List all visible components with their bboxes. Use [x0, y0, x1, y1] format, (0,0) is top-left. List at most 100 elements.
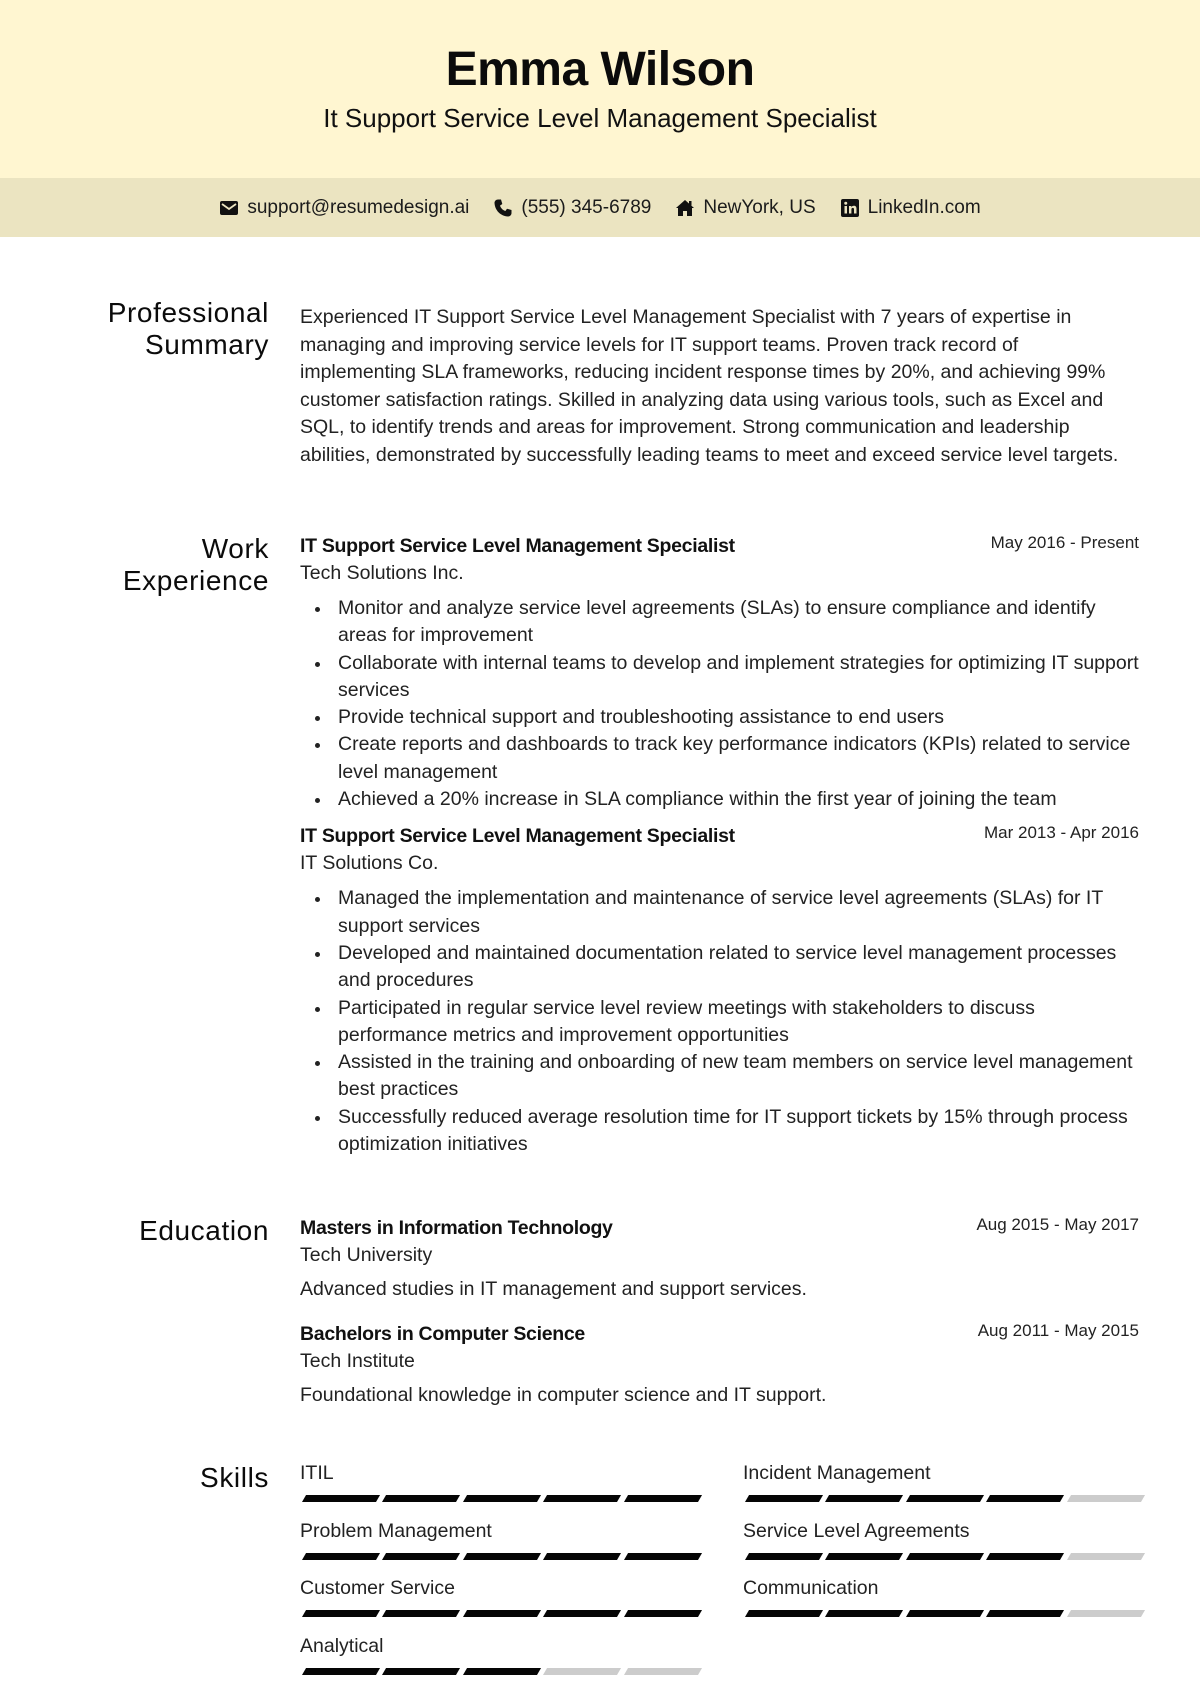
skill-name: Service Level Agreements	[743, 1518, 1141, 1545]
skill-segment-filled	[825, 1610, 903, 1617]
skill-item: Incident Management	[743, 1460, 1141, 1518]
job-dates: May 2016 - Present	[991, 532, 1139, 554]
skill-segment-filled	[463, 1668, 541, 1675]
job-company: Tech Solutions Inc.	[300, 560, 1139, 587]
education-entry: Bachelors in Computer Science Aug 2011 -…	[300, 1321, 1139, 1409]
job-bullet: Successfully reduced average resolution …	[338, 1104, 1139, 1159]
skill-segment-filled	[624, 1553, 702, 1560]
skill-segment-filled	[745, 1495, 823, 1502]
candidate-title: It Support Service Level Management Spec…	[0, 102, 1200, 134]
contact-email-text: support@resumedesign.ai	[247, 197, 469, 219]
skill-segment-filled	[543, 1553, 621, 1560]
skill-segment-empty	[1067, 1495, 1145, 1502]
skill-segment-filled	[745, 1553, 823, 1560]
skill-segment-filled	[745, 1610, 823, 1617]
home-icon	[675, 198, 695, 218]
skill-segment-filled	[382, 1668, 460, 1675]
linkedin-icon	[840, 198, 860, 218]
skill-item: Service Level Agreements	[743, 1518, 1141, 1576]
skill-level-bar	[300, 1610, 698, 1617]
skill-segment-filled	[302, 1495, 380, 1502]
skill-segment-empty	[1067, 1553, 1145, 1560]
skill-segment-filled	[382, 1610, 460, 1617]
contact-phone[interactable]: (555) 345-6789	[493, 197, 651, 219]
job-entry: IT Support Service Level Management Spec…	[300, 533, 1139, 813]
skill-segment-filled	[986, 1610, 1064, 1617]
job-bullet: Collaborate with internal teams to devel…	[338, 650, 1139, 705]
skill-name: Customer Service	[300, 1575, 698, 1602]
skill-segment-empty	[624, 1668, 702, 1675]
skill-segment-empty	[543, 1668, 621, 1675]
skill-segment-filled	[624, 1495, 702, 1502]
job-bullets: Managed the implementation and maintenan…	[300, 885, 1139, 1158]
job-bullet: Monitor and analyze service level agreem…	[338, 595, 1139, 650]
skill-name: Communication	[743, 1575, 1141, 1602]
degree-title: Masters in Information Technology	[300, 1215, 613, 1242]
job-dates: Mar 2013 - Apr 2016	[984, 822, 1139, 844]
education-description: Foundational knowledge in computer scien…	[300, 1382, 1139, 1409]
skill-name: Analytical	[300, 1633, 698, 1660]
skill-name: Incident Management	[743, 1460, 1141, 1487]
skill-segment-filled	[825, 1495, 903, 1502]
job-entry: IT Support Service Level Management Spec…	[300, 823, 1139, 1158]
phone-icon	[493, 198, 513, 218]
education-dates: Aug 2015 - May 2017	[976, 1214, 1139, 1236]
skill-item: Customer Service	[300, 1575, 698, 1633]
resume-header: Emma Wilson It Support Service Level Man…	[0, 0, 1200, 178]
contact-bar: support@resumedesign.ai (555) 345-6789 N…	[0, 178, 1200, 237]
job-bullet: Developed and maintained documentation r…	[338, 940, 1139, 995]
contact-linkedin[interactable]: LinkedIn.com	[840, 197, 981, 219]
skill-segment-filled	[906, 1495, 984, 1502]
job-bullet: Managed the implementation and maintenan…	[338, 885, 1139, 940]
skill-level-bar	[300, 1553, 698, 1560]
school-name: Tech Institute	[300, 1348, 1139, 1375]
skill-item: ITIL	[300, 1460, 698, 1518]
skill-segment-filled	[543, 1610, 621, 1617]
skill-name: ITIL	[300, 1460, 698, 1487]
skill-segment-empty	[1067, 1610, 1145, 1617]
candidate-name: Emma Wilson	[0, 40, 1200, 100]
summary-heading: Professional Summary	[60, 297, 269, 361]
skill-segment-filled	[382, 1553, 460, 1560]
skill-segment-filled	[906, 1610, 984, 1617]
education-description: Advanced studies in IT management and su…	[300, 1276, 1139, 1303]
job-bullet: Participated in regular service level re…	[338, 995, 1139, 1050]
skill-item: Analytical	[300, 1633, 698, 1690]
skill-segment-filled	[463, 1553, 541, 1560]
skill-item: Problem Management	[300, 1518, 698, 1576]
skill-segment-filled	[906, 1553, 984, 1560]
summary-text: Experienced IT Support Service Level Man…	[300, 304, 1139, 469]
job-bullets: Monitor and analyze service level agreem…	[300, 595, 1139, 813]
skill-level-bar	[300, 1495, 698, 1502]
contact-email[interactable]: support@resumedesign.ai	[219, 197, 469, 219]
education-heading: Education	[60, 1215, 269, 1247]
contact-phone-text: (555) 345-6789	[521, 197, 651, 219]
skill-segment-filled	[543, 1495, 621, 1502]
job-bullet: Achieved a 20% increase in SLA complianc…	[338, 786, 1139, 813]
skill-segment-filled	[825, 1553, 903, 1560]
skill-segment-filled	[302, 1668, 380, 1675]
skill-level-bar	[743, 1610, 1141, 1617]
envelope-icon	[219, 198, 239, 218]
skill-segment-filled	[986, 1495, 1064, 1502]
education-entry: Masters in Information Technology Aug 20…	[300, 1215, 1139, 1303]
job-bullet: Provide technical support and troublesho…	[338, 704, 1139, 731]
contact-linkedin-text: LinkedIn.com	[868, 197, 981, 219]
contact-location: NewYork, US	[675, 197, 815, 219]
skill-name: Problem Management	[300, 1518, 698, 1545]
job-title: IT Support Service Level Management Spec…	[300, 533, 735, 560]
skill-segment-filled	[463, 1495, 541, 1502]
skill-level-bar	[743, 1553, 1141, 1560]
job-company: IT Solutions Co.	[300, 850, 1139, 877]
skill-segment-filled	[624, 1610, 702, 1617]
degree-title: Bachelors in Computer Science	[300, 1321, 585, 1348]
education-dates: Aug 2011 - May 2015	[978, 1320, 1139, 1342]
job-title: IT Support Service Level Management Spec…	[300, 823, 735, 850]
skills-grid: ITIL Incident Management Problem Managemen…	[300, 1460, 1139, 1690]
skill-level-bar	[743, 1495, 1141, 1502]
skill-segment-filled	[986, 1553, 1064, 1560]
skill-segment-filled	[463, 1610, 541, 1617]
job-bullet: Create reports and dashboards to track k…	[338, 731, 1139, 786]
school-name: Tech University	[300, 1242, 1139, 1269]
skill-segment-filled	[302, 1553, 380, 1560]
